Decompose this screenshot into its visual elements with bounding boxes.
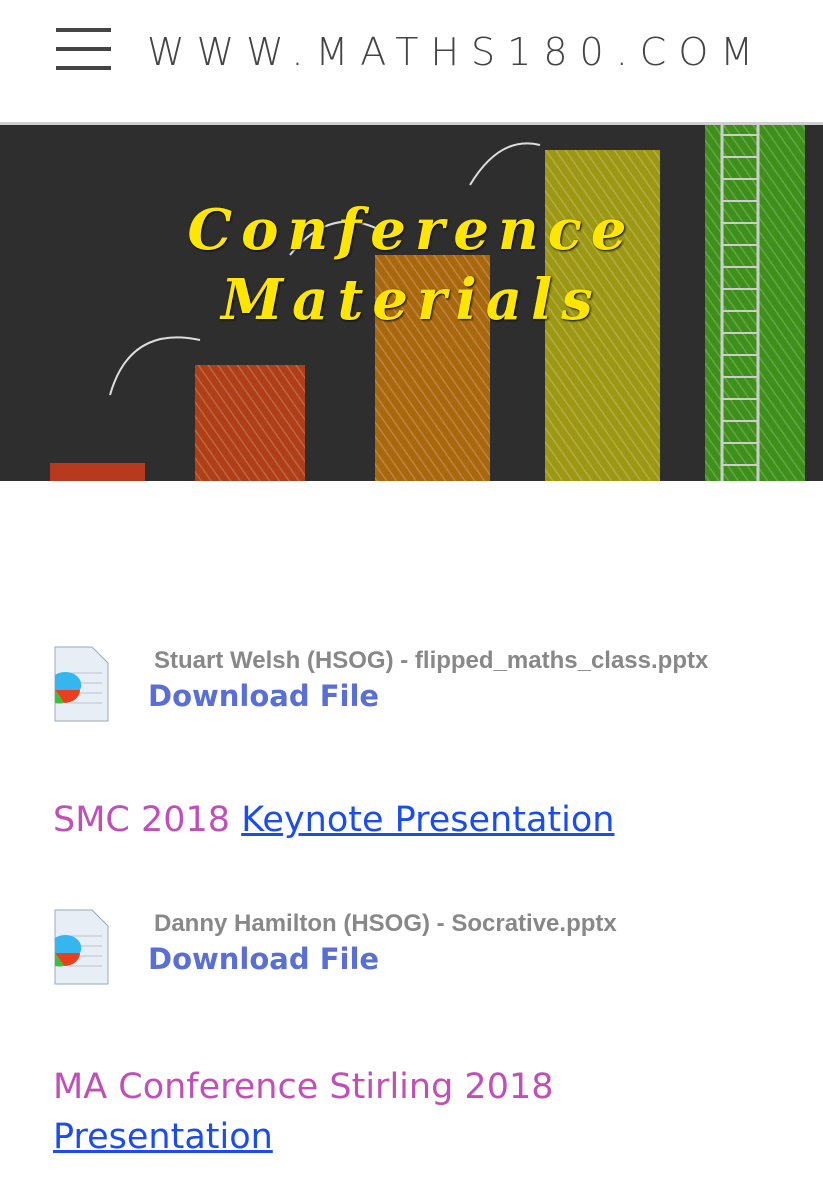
file-download-item: Stuart Welsh (HSOG) - flipped_maths_clas… bbox=[52, 645, 792, 725]
presentation-file-icon bbox=[54, 646, 109, 722]
section-heading-text: SMC 2018 bbox=[53, 800, 231, 840]
section-heading-text: MA Conference Stirling 2018 bbox=[53, 1067, 554, 1107]
section-heading: MA Conference Stirling 2018 Presentation bbox=[53, 1062, 554, 1162]
download-file-link[interactable]: Download File bbox=[148, 942, 379, 976]
section-heading: SMC 2018 Keynote Presentation bbox=[53, 800, 614, 840]
hero-banner: Conference Materials bbox=[0, 125, 823, 481]
file-download-item: Danny Hamilton (HSOG) - Socrative.pptx D… bbox=[52, 908, 792, 988]
presentation-file-icon bbox=[54, 909, 109, 985]
site-title[interactable]: WWW.MATHS180.COM bbox=[147, 30, 765, 74]
page-title-line-1: Conference bbox=[187, 197, 636, 263]
presentation-link[interactable]: Presentation bbox=[53, 1117, 273, 1157]
file-name: Stuart Welsh (HSOG) - flipped_maths_clas… bbox=[154, 647, 709, 674]
page-title: Conference Materials bbox=[0, 195, 823, 335]
site-header: WWW.MATHS180.COM bbox=[0, 0, 823, 125]
download-file-link[interactable]: Download File bbox=[148, 679, 379, 713]
file-name: Danny Hamilton (HSOG) - Socrative.pptx bbox=[154, 910, 617, 937]
keynote-presentation-link[interactable]: Keynote Presentation bbox=[241, 800, 614, 840]
hamburger-icon[interactable] bbox=[56, 28, 111, 70]
page-title-line-2: Materials bbox=[221, 267, 602, 333]
